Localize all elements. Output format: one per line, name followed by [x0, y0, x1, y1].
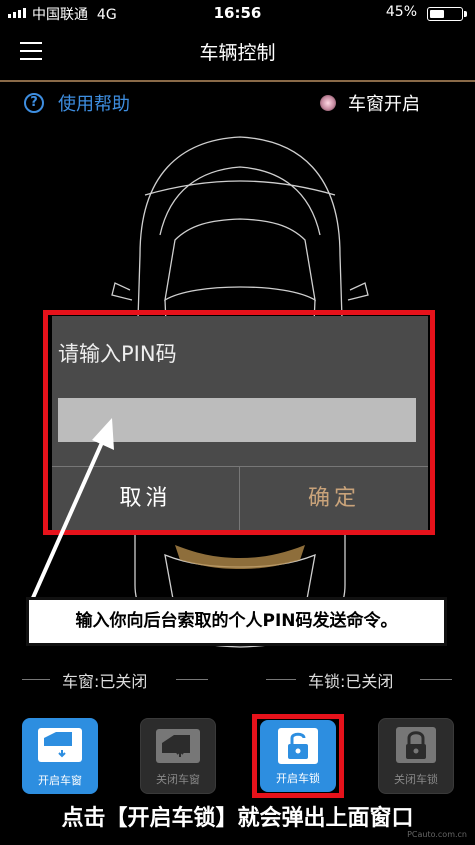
divider-right-a — [266, 679, 296, 680]
open-window-label: 开启车窗 — [38, 774, 82, 787]
close-window-button[interactable]: 关闭车窗 — [140, 718, 216, 794]
lock-state-label: 车锁:已关闭 — [308, 672, 394, 691]
window-close-icon — [156, 729, 200, 763]
instruction-annotation: 输入你向后台索取的个人PIN码发送命令。 — [26, 597, 447, 646]
lock-icon — [396, 727, 436, 763]
open-window-button[interactable]: 开启车窗 — [22, 718, 98, 794]
divider-left-a — [22, 679, 50, 680]
watermark: PCauto.com.cn — [407, 830, 467, 839]
unlock-highlight-frame — [252, 714, 344, 798]
lock-button[interactable]: 关闭车锁 — [378, 718, 454, 794]
bottom-caption: 点击【开启车锁】就会弹出上面窗口 — [61, 806, 414, 831]
close-window-label: 关闭车窗 — [156, 773, 200, 786]
window-open-icon — [38, 728, 82, 762]
lock-label: 关闭车锁 — [394, 773, 438, 786]
window-state-label: 车窗:已关闭 — [62, 672, 148, 691]
divider-left-b — [176, 679, 208, 680]
divider-right-b — [420, 679, 452, 680]
